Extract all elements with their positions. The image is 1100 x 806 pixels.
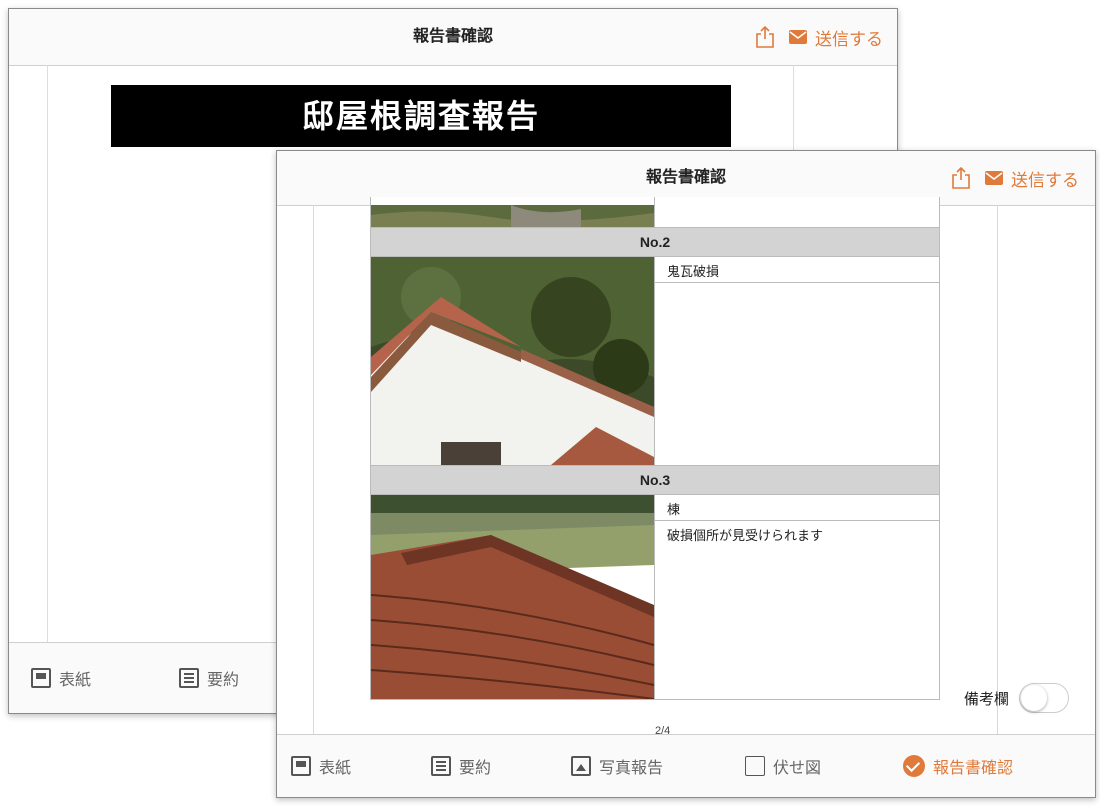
tab-summary[interactable]: 要約	[179, 643, 239, 713]
remarks-control: 備考欄	[964, 683, 1069, 713]
page-margin-line	[313, 205, 314, 735]
tab-summary[interactable]: 要約	[431, 735, 491, 797]
tab-cover[interactable]: 表紙	[31, 643, 91, 713]
remarks-toggle[interactable]	[1019, 683, 1069, 713]
send-button[interactable]: 送信する	[985, 166, 1079, 191]
mail-icon	[789, 30, 807, 44]
row-header-no3: No.3	[371, 465, 939, 495]
tab-report-confirm[interactable]: 報告書確認	[903, 735, 1013, 797]
previous-cell	[655, 197, 939, 227]
remarks-label: 備考欄	[963, 690, 1009, 708]
page-margin-line	[997, 205, 998, 735]
page-margin-line	[47, 65, 48, 643]
photo-no3	[371, 495, 654, 699]
share-icon[interactable]	[951, 167, 971, 189]
mail-icon	[985, 171, 1003, 185]
tab-bar: 表紙 要約 写真報告 伏せ図 報告書確認	[277, 734, 1095, 797]
list-icon	[431, 756, 451, 776]
front-screen: 報告書確認 送信する No.2 鬼瓦破損 No.3 棟 破損個所が見受けられます…	[276, 150, 1096, 798]
row-title-no3: 棟	[655, 495, 939, 521]
send-label: 送信する	[815, 29, 883, 49]
tab-floor-plan[interactable]: 伏せ図	[745, 735, 821, 797]
photo-icon	[571, 756, 591, 776]
photo-no2	[371, 257, 654, 465]
photo-report-table: No.2 鬼瓦破損 No.3 棟 破損個所が見受けられます	[370, 197, 940, 700]
navbar: 報告書確認 送信する	[9, 9, 897, 66]
tab-photo-report[interactable]: 写真報告	[571, 735, 663, 797]
send-button[interactable]: 送信する	[789, 25, 883, 50]
send-label: 送信する	[1011, 170, 1079, 190]
list-icon	[179, 668, 199, 688]
tab-cover[interactable]: 表紙	[291, 735, 351, 797]
plan-icon	[745, 756, 765, 776]
row-comment-no3: 破損個所が見受けられます	[667, 528, 824, 543]
cover-icon	[31, 668, 51, 688]
row-comment-no2	[655, 283, 939, 465]
row-header-no2: No.2	[371, 227, 939, 257]
share-icon[interactable]	[755, 26, 775, 48]
check-icon	[903, 755, 925, 777]
cover-icon	[291, 756, 311, 776]
previous-photo	[371, 205, 654, 227]
row-title-no2: 鬼瓦破損	[655, 257, 939, 283]
cover-title: 邸屋根調査報告	[111, 85, 731, 147]
